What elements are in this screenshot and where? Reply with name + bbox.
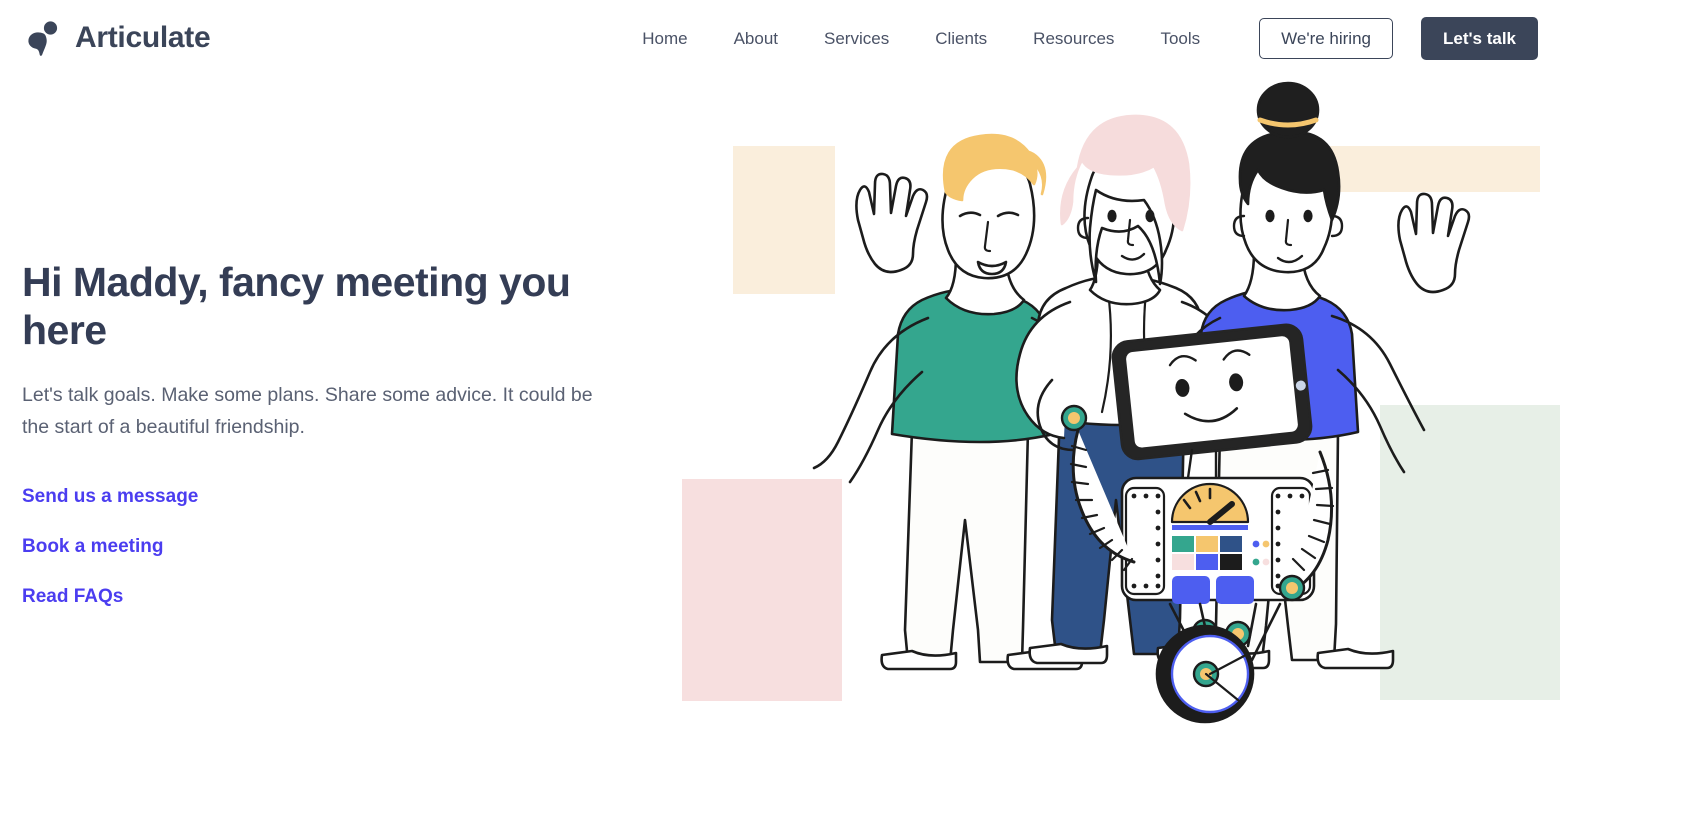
were-hiring-button[interactable]: We're hiring (1259, 17, 1393, 59)
main-navigation: Home About Services Clients Resources To… (619, 16, 1538, 60)
read-faqs-link[interactable]: Read FAQs (22, 587, 123, 606)
brand-name: Articulate (75, 21, 211, 54)
pink-block-left (682, 479, 842, 701)
cream-block-left (733, 146, 835, 294)
lets-talk-button[interactable]: Let's talk (1420, 16, 1538, 60)
hero-illustration (660, 0, 1560, 825)
hero-link-list: Send us a message Book a meeting Read FA… (22, 487, 662, 606)
nav-item-services[interactable]: Services (801, 20, 912, 57)
nav-item-about[interactable]: About (711, 20, 801, 57)
nav-item-home[interactable]: Home (619, 20, 710, 57)
hero-subtitle: Let's talk goals. Make some plans. Share… (22, 383, 593, 439)
green-block-right (1380, 405, 1560, 700)
send-us-a-message-link[interactable]: Send us a message (22, 487, 198, 506)
brand-logo-link[interactable]: Articulate (22, 16, 211, 60)
cream-block-top-right (1314, 146, 1540, 192)
hero-section: Hi Maddy, fancy meeting you here Let's t… (22, 258, 662, 606)
nav-item-clients[interactable]: Clients (912, 20, 1010, 57)
book-a-meeting-link[interactable]: Book a meeting (22, 537, 163, 556)
nav-item-tools[interactable]: Tools (1137, 20, 1223, 57)
site-header: Articulate Home About Services Clients R… (0, 0, 1560, 76)
nav-item-resources[interactable]: Resources (1010, 20, 1137, 57)
page-title: Hi Maddy, fancy meeting you here (22, 259, 571, 354)
articulate-bird-logo-icon (22, 16, 66, 60)
